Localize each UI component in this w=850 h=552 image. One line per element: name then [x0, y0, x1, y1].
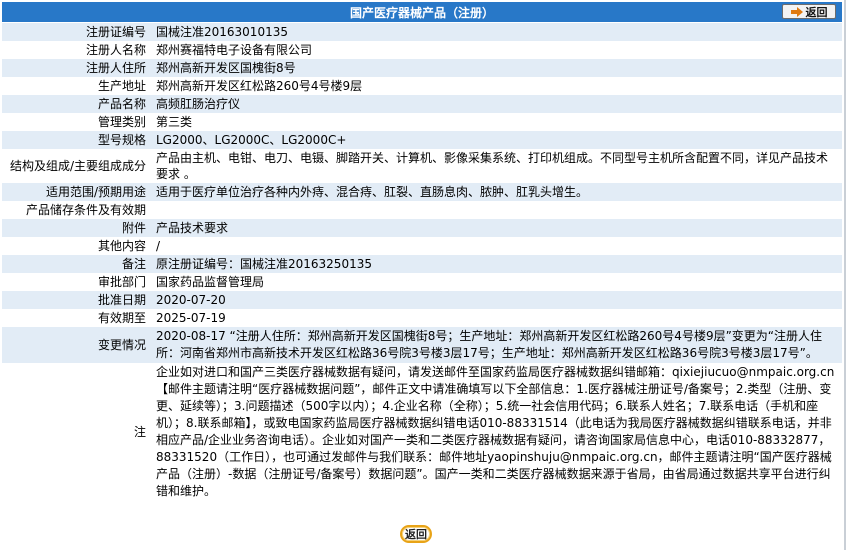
row-value: 企业如对进口和国产三类医疗器械数据有疑问，请发送邮件至国家药监局医疗器械数据纠错…: [150, 363, 842, 501]
table-row: 注企业如对进口和国产三类医疗器械数据有疑问，请发送邮件至国家药监局医疗器械数据纠…: [2, 363, 842, 501]
row-value: 第三类: [150, 113, 842, 131]
table-row: 注册人名称 郑州赛福特电子设备有限公司: [2, 41, 842, 59]
back-button-top-label: 返回: [805, 5, 828, 19]
table-row: 管理类别 第三类: [2, 113, 842, 131]
row-label: 注册证编号: [2, 23, 150, 41]
row-value: 郑州赛福特电子设备有限公司: [150, 41, 842, 59]
table-row: 产品储存条件及有效期: [2, 201, 842, 219]
table-row: 变更情况 2020-08-17 “注册人住所：郑州高新开发区国槐街8号；生产地址：…: [2, 327, 842, 363]
back-button-bottom-pill: 返回: [400, 525, 432, 543]
row-label: 注册人住所: [2, 59, 150, 77]
row-label: 附件: [2, 219, 150, 237]
row-value: 适用于医疗单位治疗各种内外痔、混合痔、肛裂、直肠息肉、脓肿、肛乳头增生。: [150, 183, 842, 201]
table-row: 有效期至 2025-07-19: [2, 309, 842, 327]
row-value: 2025-07-19: [150, 309, 842, 327]
table-row: 其他内容 /: [2, 237, 842, 255]
table-row: 审批部门 国家药品监督管理局: [2, 273, 842, 291]
table-row: 批准日期 2020-07-20: [2, 291, 842, 309]
row-value: 原注册证编号：国械注准20163250135: [150, 255, 842, 273]
row-value: [150, 201, 842, 219]
table-row: 附件 产品技术要求: [2, 219, 842, 237]
table-row: 生产地址 郑州高新开发区红松路260号4号楼9层: [2, 77, 842, 95]
table-row: 适用范围/预期用途 适用于医疗单位治疗各种内外痔、混合痔、肛裂、直肠息肉、脓肿、肛…: [2, 183, 842, 201]
row-label: 备注: [2, 255, 150, 273]
detail-table: 注册证编号 国械注准20163010135 注册人名称 郑州赛福特电子设备有限公司 注册…: [2, 23, 842, 501]
row-label: 变更情况: [2, 327, 150, 363]
table-row: 结构及组成/主要组成成分 产品由主机、电钳、电刀、电镊、脚踏开关、计算机、影像采集…: [2, 149, 842, 183]
row-value: 郑州高新开发区红松路260号4号楼9层: [150, 77, 842, 95]
header-bar: 国产医疗器械产品（注册） 返回: [2, 2, 842, 22]
row-label: 批准日期: [2, 291, 150, 309]
row-label: 产品名称: [2, 95, 150, 113]
row-value: 国械注准20163010135: [150, 23, 842, 41]
row-label: 注: [2, 363, 150, 501]
row-label: 型号规格: [2, 131, 150, 149]
row-label: 审批部门: [2, 273, 150, 291]
row-label: 产品储存条件及有效期: [2, 201, 150, 219]
row-label: 适用范围/预期用途: [2, 183, 150, 201]
row-value: 2020-08-17 “注册人住所：郑州高新开发区国槐街8号；生产地址：郑州高新…: [150, 327, 842, 363]
row-label: 有效期至: [2, 309, 150, 327]
table-row: 型号规格 LG2000、LG2000C、LG2000C+: [2, 131, 842, 149]
arrow-right-icon: [790, 6, 803, 17]
back-button-bottom[interactable]: 返回: [398, 523, 434, 545]
row-label: 管理类别: [2, 113, 150, 131]
row-value: 国家药品监督管理局: [150, 273, 842, 291]
row-label: 结构及组成/主要组成成分: [2, 149, 150, 183]
table-row: 注册人住所 郑州高新开发区国槐街8号: [2, 59, 842, 77]
back-button-bottom-label: 返回: [405, 528, 427, 541]
page-title: 国产医疗器械产品（注册）: [349, 5, 494, 20]
row-value: 2020-07-20: [150, 291, 842, 309]
row-value: /: [150, 237, 842, 255]
row-value: 郑州高新开发区国槐街8号: [150, 59, 842, 77]
table-row: 注册证编号 国械注准20163010135: [2, 23, 842, 41]
row-value: LG2000、LG2000C、LG2000C+: [150, 131, 842, 149]
row-value: 产品技术要求: [150, 219, 842, 237]
row-label: 注册人名称: [2, 41, 150, 59]
row-value: 高频肛肠治疗仪: [150, 95, 842, 113]
table-row: 备注 原注册证编号：国械注准20163250135: [2, 255, 842, 273]
row-label: 生产地址: [2, 77, 150, 95]
back-button-top[interactable]: 返回: [782, 4, 836, 19]
table-row: 产品名称 高频肛肠治疗仪: [2, 95, 842, 113]
row-value: 产品由主机、电钳、电刀、电镊、脚踏开关、计算机、影像采集系统、打印机组成。不同型…: [150, 149, 842, 183]
row-label: 其他内容: [2, 237, 150, 255]
